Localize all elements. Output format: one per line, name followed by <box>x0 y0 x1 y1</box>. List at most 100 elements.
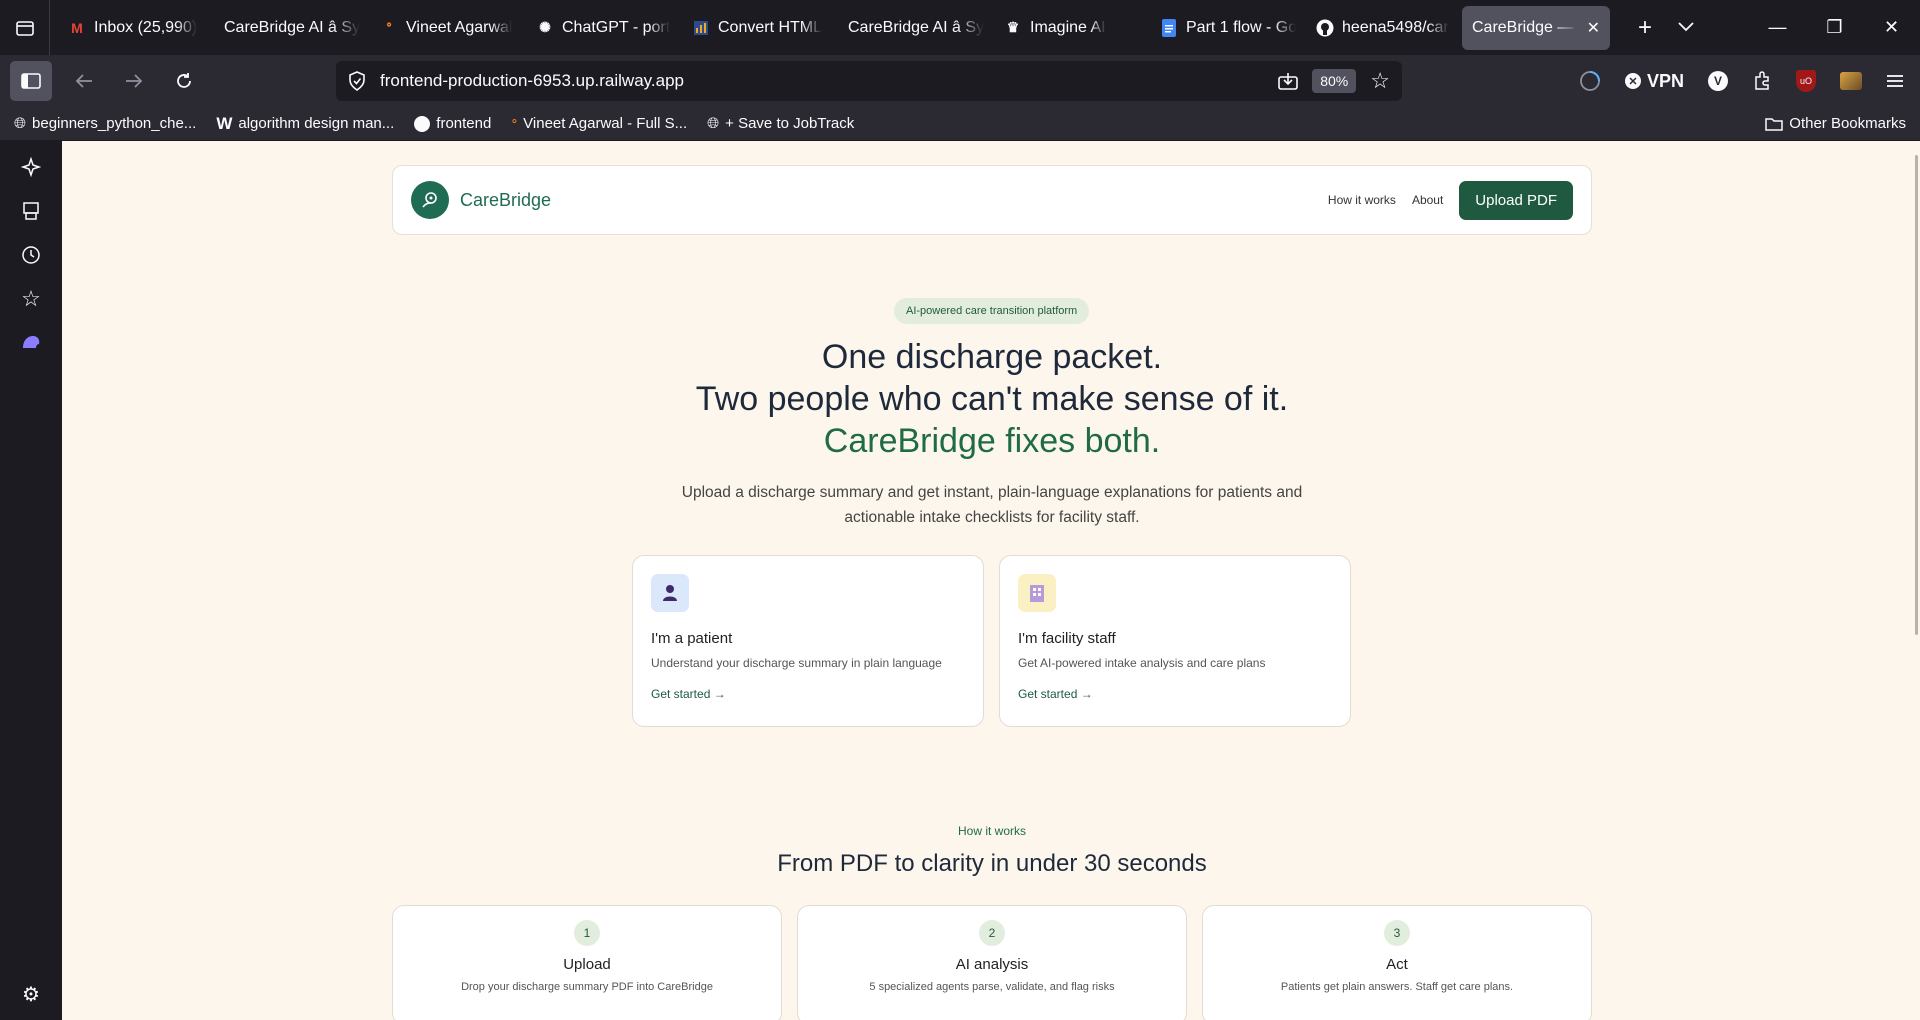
bookmark-0[interactable]: 🌐︎ beginners_python_che... <box>14 115 196 132</box>
hero-line-1: One discharge packet. <box>821 338 1163 376</box>
back-button[interactable] <box>66 63 102 99</box>
patient-get-started-link[interactable]: Get started → <box>651 687 965 701</box>
page-scrollbar[interactable] <box>1915 155 1918 635</box>
synced-tabs-icon[interactable] <box>15 199 47 223</box>
tab-6[interactable]: ♛ Imagine AI <box>994 6 1150 50</box>
tab-label: ChatGPT - port <box>562 18 671 36</box>
tab-1[interactable]: CareBridge AI â Sys <box>214 6 370 50</box>
step-card-upload: 1 Upload Drop your discharge summary PDF… <box>392 905 782 1020</box>
bookmark-1[interactable]: W algorithm design man... <box>216 114 394 134</box>
site-nav-links: How it works About Upload PDF <box>1328 180 1573 220</box>
globe-icon: 🌐︎ <box>707 115 720 132</box>
tab-label: CareBridge AI â Sys <box>224 18 360 36</box>
tab-7[interactable]: Part 1 flow - Go <box>1150 6 1306 50</box>
docs-icon <box>1160 18 1178 37</box>
tab-2[interactable]: ᐤ Vineet Agarwal <box>370 6 526 50</box>
vpn-label: VPN <box>1646 70 1684 91</box>
history-clock-icon[interactable] <box>15 243 47 267</box>
bookmark-star-icon[interactable]: ☆ <box>1370 68 1390 94</box>
sidebar-toggle-button[interactable] <box>10 61 52 101</box>
v-extension-icon[interactable]: V <box>1708 71 1728 91</box>
nav-about[interactable]: About <box>1412 193 1443 207</box>
tab-label: Convert HTML <box>718 18 823 36</box>
tab-8[interactable]: heena5498/car <box>1306 6 1462 50</box>
bookmark-2[interactable]: frontend <box>414 115 491 132</box>
strip-actions: + <box>1638 14 1694 42</box>
crown-icon: ♛ <box>1006 19 1020 35</box>
fire-icon: ᐤ <box>386 19 392 35</box>
how-it-works-title: From PDF to clarity in under 30 seconds <box>777 850 1207 877</box>
bookmark-label: Vineet Agarwal - Full S... <box>523 115 688 132</box>
close-window-icon[interactable]: ✕ <box>1863 0 1920 55</box>
profile-extension-icon[interactable] <box>1840 72 1862 90</box>
tab-3[interactable]: ✺ ChatGPT - port <box>526 6 682 50</box>
step-title: Upload <box>563 956 611 973</box>
tab-label: CareBridge — Fa <box>1472 18 1579 36</box>
nav-how-it-works[interactable]: How it works <box>1328 193 1396 207</box>
hero-line-3: CareBridge fixes both. <box>823 422 1161 460</box>
extensions-puzzle-icon[interactable] <box>1752 71 1772 91</box>
chatgpt-icon: ✺ <box>539 19 551 35</box>
url-text[interactable]: frontend-production-6953.up.railway.app <box>380 71 1264 91</box>
brand-name: CareBridge <box>460 189 552 210</box>
step-number: 2 <box>979 920 1005 946</box>
staff-card[interactable]: I'm facility staff Get AI-powered intake… <box>999 555 1351 727</box>
shield-icon[interactable] <box>348 71 366 91</box>
hero-section: One discharge packet. Two people who can… <box>392 336 1592 530</box>
upload-pdf-button[interactable]: Upload PDF <box>1459 180 1573 220</box>
tabs: M Inbox (25,990) CareBridge AI â Sys ᐤ V… <box>50 0 1610 55</box>
tab-list-button[interactable] <box>0 0 50 55</box>
tab-overflow-icon[interactable] <box>1678 19 1694 37</box>
gmail-icon: M <box>71 19 83 36</box>
patient-card-desc: Understand your discharge summary in pla… <box>651 656 942 670</box>
minimize-icon[interactable]: — <box>1749 0 1806 55</box>
forward-button[interactable] <box>116 63 152 99</box>
patient-card[interactable]: I'm a patient Understand your discharge … <box>632 555 984 727</box>
new-tab-icon[interactable]: + <box>1638 14 1652 42</box>
step-desc: Drop your discharge summary PDF into Car… <box>461 981 713 993</box>
reload-button[interactable] <box>166 63 202 99</box>
download-page-icon[interactable] <box>1278 72 1299 90</box>
menu-hamburger-icon[interactable] <box>1886 74 1904 88</box>
sidebar-icon <box>21 73 41 89</box>
ublock-icon[interactable]: uO <box>1796 70 1816 92</box>
restore-icon[interactable]: ❐ <box>1806 0 1863 55</box>
navigation-toolbar: frontend-production-6953.up.railway.app … <box>0 55 1920 107</box>
zoom-level-badge[interactable]: 80% <box>1312 69 1357 93</box>
tab-label: heena5498/car <box>1342 18 1449 36</box>
site-header: CareBridge How it works About Upload PDF <box>392 165 1592 235</box>
close-tab-icon[interactable]: ✕ <box>1587 18 1600 38</box>
extension-ghost-icon[interactable] <box>15 331 47 355</box>
w-icon: W <box>216 113 233 133</box>
brand[interactable]: CareBridge <box>411 181 551 219</box>
tab-5[interactable]: CareBridge AI â Sys <box>838 6 994 50</box>
tab-label: Part 1 flow - Go <box>1186 18 1296 36</box>
globe-icon: 🌐︎ <box>14 115 27 132</box>
staff-card-title: I'm facility staff <box>1018 630 1116 647</box>
chart-icon <box>692 19 710 37</box>
tab-label: Vineet Agarwal <box>406 18 513 36</box>
forward-arrow-icon <box>126 74 143 88</box>
bookmark-4[interactable]: 🌐︎ + Save to JobTrack <box>707 115 854 132</box>
bookmarks-star-icon[interactable]: ☆ <box>15 286 47 311</box>
staff-card-desc: Get AI-powered intake analysis and care … <box>1018 656 1266 670</box>
staff-get-started-link[interactable]: Get started → <box>1018 687 1332 701</box>
other-bookmarks[interactable]: Other Bookmarks <box>1765 115 1906 132</box>
tab-9-active[interactable]: CareBridge — Fa ✕ <box>1462 5 1610 50</box>
tab-list-icon <box>15 20 34 36</box>
other-bookmarks-label: Other Bookmarks <box>1789 115 1906 132</box>
tab-label: Inbox (25,990) <box>94 18 198 36</box>
tab-4[interactable]: Convert HTML <box>682 6 838 50</box>
step-desc: 5 specialized agents parse, validate, an… <box>869 981 1115 993</box>
window-controls: — ❐ ✕ <box>1749 0 1920 55</box>
vpn-off-icon: ✕ <box>1624 73 1641 89</box>
bookmark-3[interactable]: ᐤ Vineet Agarwal - Full S... <box>511 115 687 133</box>
reload-icon <box>177 73 191 88</box>
tab-0[interactable]: M Inbox (25,990) <box>58 6 214 50</box>
settings-gear-icon[interactable]: ⚙ <box>15 982 47 1006</box>
vpn-button[interactable]: ✕ VPN <box>1624 70 1684 92</box>
progress-ring-icon[interactable] <box>1579 70 1601 92</box>
ai-sparkle-icon[interactable] <box>15 155 47 179</box>
address-bar[interactable]: frontend-production-6953.up.railway.app … <box>336 61 1402 101</box>
tab-label: Imagine AI <box>1030 18 1106 36</box>
